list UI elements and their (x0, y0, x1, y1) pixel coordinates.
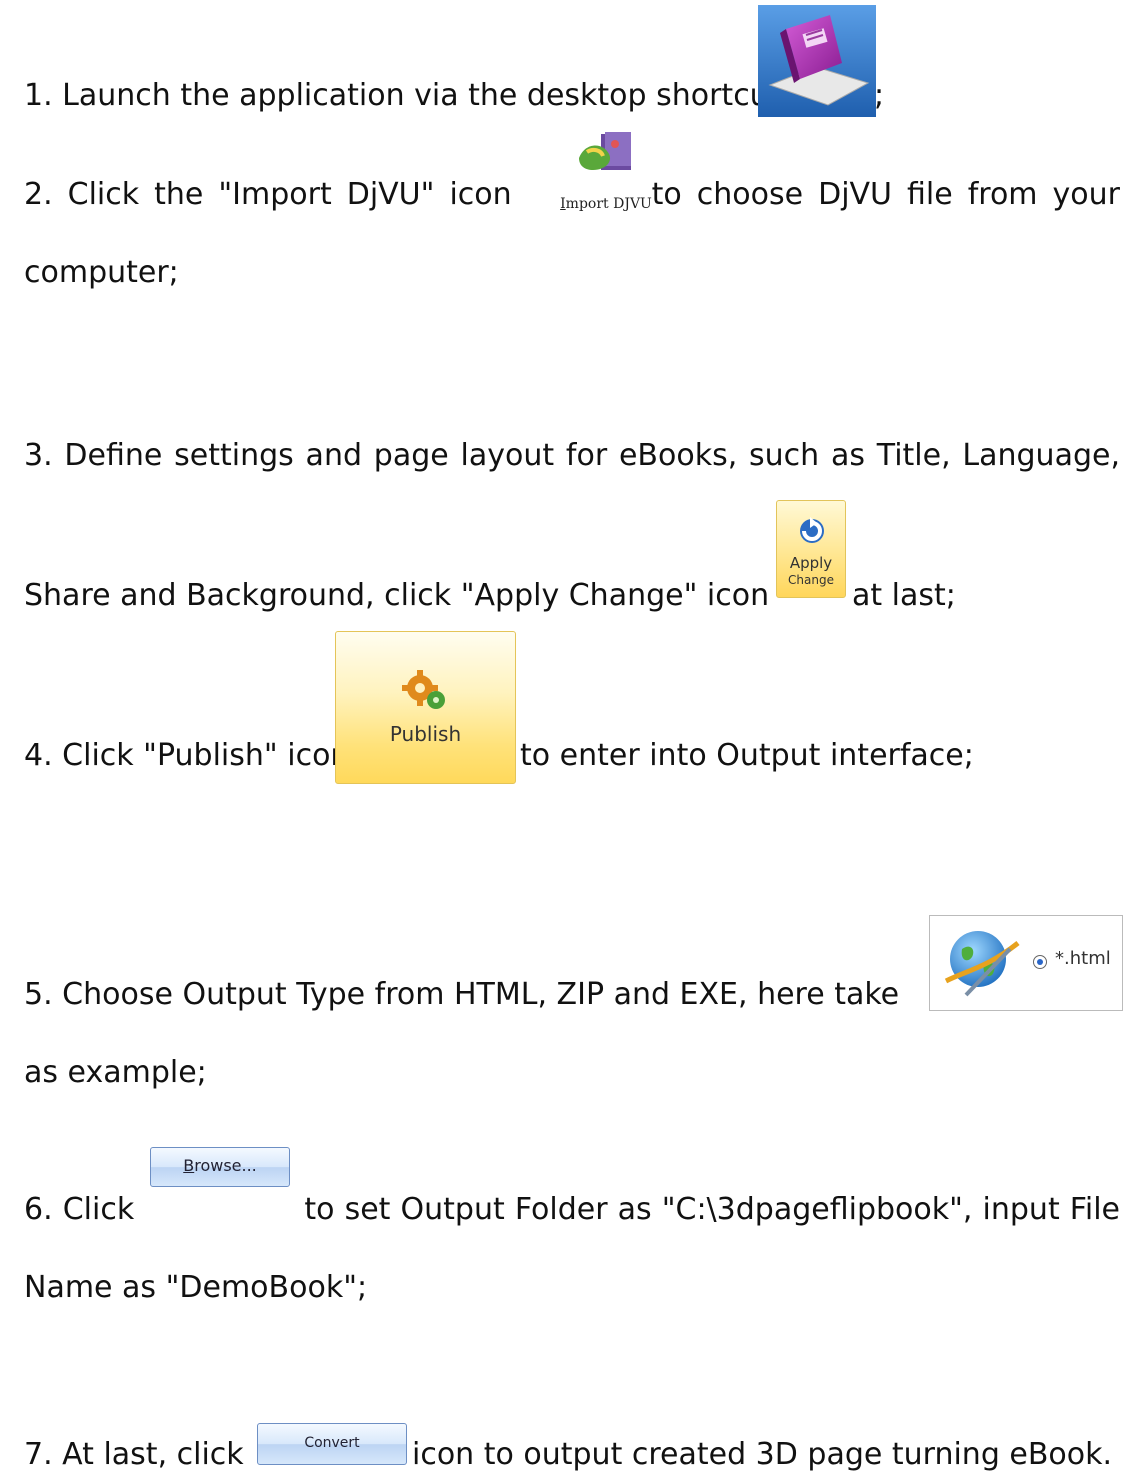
publish-label: Publish (389, 722, 462, 746)
step-6-line-1: 6. Click to set Output Folder as "C:\3dp… (24, 1192, 1120, 1228)
step-4-before: 4. Click "Publish" icon (24, 738, 350, 773)
output-type-html-option[interactable]: *.html (929, 915, 1123, 1011)
apply-change-icon (800, 517, 824, 543)
convert-button[interactable]: Convert (257, 1423, 407, 1465)
step-3-line-1: 3. Define settings and page layout for e… (24, 438, 1120, 473)
step-3-line-2: Share and Background, click "Apply Chang… (24, 578, 769, 614)
step-4-after: to enter into Output interface; (520, 738, 974, 773)
apply-change-label: Apply Change (788, 554, 834, 588)
step-5-before: 5. Choose Output Type from HTML, ZIP and… (24, 977, 900, 1012)
html-option-label: *.html (1055, 948, 1111, 969)
step-5-line-2: as example; (24, 1055, 207, 1090)
apply-change-button[interactable]: Apply Change (776, 500, 846, 598)
globe-icon (944, 931, 1020, 997)
import-djvu-label: Import DJVU (560, 196, 652, 212)
step-1: 1. Launch the application via the deskto… (24, 78, 780, 114)
step-7-before: 7. At last, click (24, 1437, 244, 1472)
step-2-after: to choose DjVU file from your (651, 177, 1120, 212)
import-djvu-icon (579, 132, 631, 170)
step-6-before: 6. Click (24, 1192, 135, 1227)
step-2-line-2: computer; (24, 255, 179, 290)
step-6-line-2: Name as "DemoBook"; (24, 1270, 368, 1305)
publish-button[interactable]: Publish (335, 631, 516, 784)
step-1-suffix: ; (874, 78, 885, 113)
publish-gears-icon (402, 670, 445, 709)
html-radio-button[interactable] (1033, 955, 1047, 969)
step-3-after: at last; (852, 578, 956, 613)
step-1-text: 1. Launch the application via the deskto… (24, 78, 781, 113)
import-djvu-button[interactable]: Import DJVU (557, 124, 655, 214)
step-3-before: Share and Background, click "Apply Chang… (24, 578, 770, 613)
step-7-after: icon to output created 3D page turning e… (412, 1437, 1113, 1472)
step-2-before: 2. Click the "Import DjVU" icon (24, 177, 512, 212)
step-6-after: to set Output Folder as "C:\3dpageflipbo… (304, 1192, 1120, 1227)
book-icon[interactable] (758, 5, 876, 117)
browse-button[interactable]: Browse... (150, 1147, 290, 1187)
